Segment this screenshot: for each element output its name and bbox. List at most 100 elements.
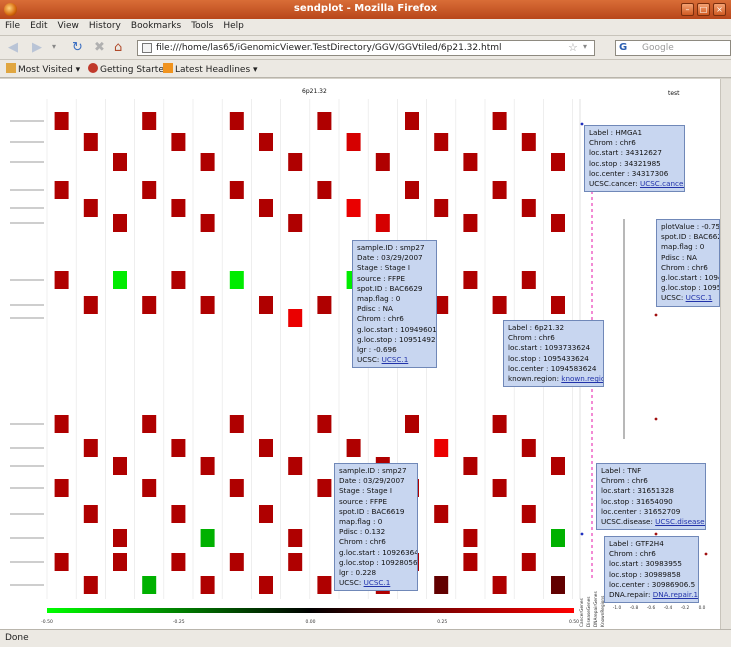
search-input[interactable]: G Google [615, 40, 731, 56]
heatmap-cell [463, 214, 478, 232]
ucsc-link[interactable]: UCSC.1 [686, 293, 713, 302]
menu-bar: File Edit View History Bookmarks Tools Help [0, 19, 731, 36]
gene-marker [591, 533, 593, 536]
heatmap-cell [200, 153, 215, 171]
side-x-tick-label: -0.4 [664, 605, 673, 611]
ucsc-link[interactable]: UCSC.1 [364, 578, 391, 587]
heatmap-cell [521, 439, 536, 457]
vertical-scrollbar[interactable] [720, 79, 731, 629]
heatmap-cell [434, 133, 449, 151]
bookmark-getting-started[interactable]: Getting Started [88, 63, 170, 75]
gene-marker [591, 485, 593, 488]
gene-marker [591, 563, 593, 566]
status-bar: Done [0, 629, 731, 647]
menu-tools[interactable]: Tools [186, 19, 218, 33]
heatmap-cell [434, 505, 449, 523]
gene-marker [591, 419, 593, 422]
heatmap-cell [142, 296, 157, 314]
heatmap-cell [492, 112, 507, 130]
ucsc-cancer-link[interactable]: UCSC.cancer.1 [640, 179, 684, 188]
gene-marker [591, 407, 593, 410]
bookmark-most-visited[interactable]: Most Visited ▾ [6, 63, 80, 75]
gene-marker [591, 551, 593, 554]
heatmap-cell [288, 553, 303, 571]
gene-marker [591, 425, 593, 428]
side-column-label: DiseaseGenes [586, 596, 592, 627]
menu-file[interactable]: File [0, 19, 25, 33]
stop-icon[interactable]: ✖ [94, 40, 105, 55]
tooltip-tnf: Label : TNF Chrom : chr6 loc.start : 316… [596, 463, 706, 531]
heatmap-cell [229, 479, 244, 497]
heatmap-cell [375, 214, 390, 232]
heatmap-cell [259, 199, 273, 217]
ucsc-link[interactable]: UCSC.1 [382, 355, 409, 364]
heatmap-cell [492, 415, 507, 433]
heatmap-cell [521, 199, 536, 217]
heatmap-cell [259, 296, 273, 314]
menu-history[interactable]: History [84, 19, 126, 33]
window-title: sendplot - Mozilla Firefox [293, 3, 438, 14]
heatmap-cell [521, 271, 536, 289]
heatmap-cell [83, 199, 98, 217]
heatmap-cell [229, 112, 244, 130]
tooltip-hmga1: Label : HMGA1 Chrom : chr6 loc.start : 3… [584, 125, 685, 193]
search-placeholder: Google [642, 43, 674, 53]
side-column-label: DNArepairGenes [593, 591, 599, 627]
ucsc-disease-link[interactable]: UCSC.disease.1 [655, 517, 705, 526]
heatmap-cell [200, 576, 215, 594]
heatmap-cell [463, 271, 478, 289]
menu-view[interactable]: View [53, 19, 84, 33]
gene-marker [591, 305, 593, 308]
url-dropdown-icon[interactable]: ▾ [583, 42, 587, 51]
star-icon[interactable]: ☆ [568, 41, 578, 54]
maximize-button[interactable]: □ [697, 3, 710, 16]
dna-repair-link[interactable]: DNA.repair.1 [653, 590, 698, 599]
menu-edit[interactable]: Edit [25, 19, 52, 33]
menu-bookmarks[interactable]: Bookmarks [126, 19, 186, 33]
gene-marker [591, 293, 593, 296]
heatmap-cell [288, 153, 303, 171]
gene-marker [591, 389, 593, 392]
heatmap-cell [83, 439, 98, 457]
heatmap-cell [375, 153, 390, 171]
side-x-tick-label: -0.6 [647, 605, 656, 611]
heatmap-cell [492, 296, 507, 314]
forward-arrow-icon[interactable]: ▶ [32, 40, 42, 55]
heatmap-cell [346, 133, 361, 151]
heatmap-cell [171, 271, 186, 289]
heatmap-cell [113, 529, 127, 547]
bookmarks-toolbar: Most Visited ▾ Getting Started Latest He… [0, 60, 731, 78]
home-icon[interactable]: ⌂ [114, 40, 122, 55]
heatmap-cell [142, 479, 157, 497]
colorbar-tick-label: -0.50 [41, 619, 53, 625]
heatmap-cell [142, 576, 157, 594]
gene-marker [591, 275, 593, 278]
heatmap-cell [200, 296, 215, 314]
heatmap-cell [229, 181, 244, 199]
heatmap-cell [288, 457, 303, 475]
gene-marker [591, 527, 593, 530]
gene-marker [591, 479, 593, 482]
heatmap-cell [142, 112, 157, 130]
tooltip-plotvalue: plotValue : -0.75 spot.ID : BAC6629 map.… [656, 219, 720, 307]
gene-marker [591, 521, 593, 524]
gene-marker [591, 401, 593, 404]
window-titlebar: sendplot - Mozilla Firefox – □ × [0, 0, 731, 19]
gene-marker [591, 269, 593, 272]
reload-icon[interactable]: ↻ [72, 40, 83, 55]
heatmap-cell [521, 133, 536, 151]
history-dropdown-icon[interactable]: ▾ [52, 42, 56, 51]
url-input[interactable]: file:///home/las65/iGenomicViewer.TestDi… [137, 40, 595, 56]
minimize-button[interactable]: – [681, 3, 694, 16]
gene-marker [591, 575, 593, 578]
heatmap-cell [83, 133, 98, 151]
close-button[interactable]: × [713, 3, 726, 16]
menu-help[interactable]: Help [218, 19, 249, 33]
known-region-link[interactable]: known.region.1 [561, 374, 603, 383]
gene-marker [591, 263, 593, 266]
search-engine-icon[interactable]: G [619, 42, 627, 53]
back-arrow-icon[interactable]: ◀ [8, 40, 18, 55]
heatmap-cell [551, 576, 565, 594]
heatmap-cell [463, 153, 478, 171]
bookmark-latest-headlines[interactable]: Latest Headlines ▾ [163, 63, 258, 75]
